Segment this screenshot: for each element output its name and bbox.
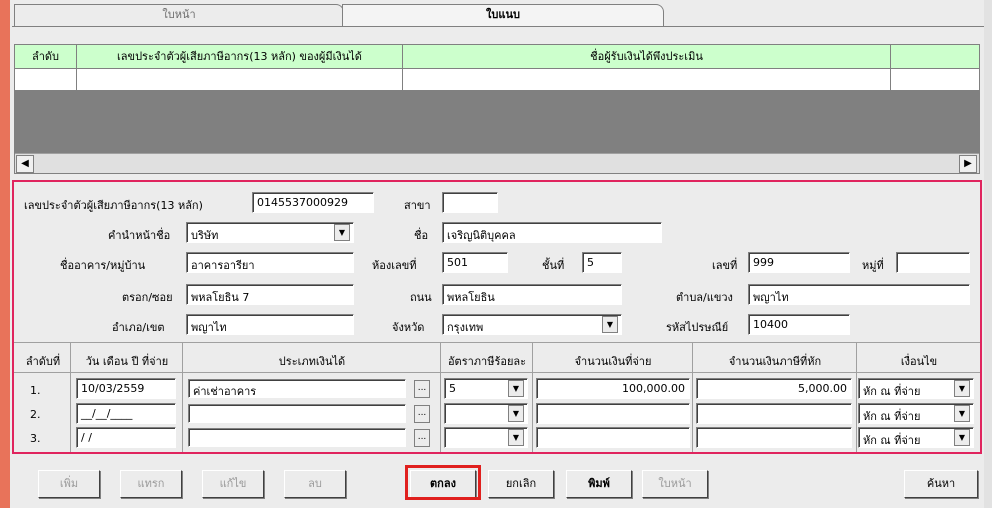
chevron-down-icon[interactable]: ▼ <box>334 224 350 241</box>
floor-field[interactable]: 5 <box>582 252 622 273</box>
prefix-label: คำนำหน้าชื่อ <box>108 229 171 242</box>
taxid-label: เลขประจำตัวผู้เสียภาษีอากร(13 หลัก) <box>24 199 203 212</box>
divider <box>856 342 857 452</box>
col-date: วัน เดือน ปี ที่จ่าย <box>85 355 169 368</box>
tab-front-page[interactable]: ใบหน้า <box>14 4 344 26</box>
grid-horizontal-scrollbar[interactable]: ◀ ▶ <box>15 153 979 173</box>
print-button[interactable]: พิมพ์ <box>566 470 632 498</box>
province-label: จังหวัด <box>392 321 425 334</box>
divider <box>70 342 71 452</box>
building-label: ชื่ออาคาร/หมู่บ้าน <box>60 259 146 272</box>
province-select[interactable]: กรุงเทพ <box>442 314 622 335</box>
chevron-down-icon[interactable]: ▼ <box>508 380 524 397</box>
col-tax: จำนวนเงินภาษีที่หัก <box>728 355 822 368</box>
grid-cell[interactable] <box>891 69 979 90</box>
subdistrict-label: ตำบล/แขวง <box>676 291 733 304</box>
row-no: 3. <box>30 432 41 445</box>
chevron-down-icon[interactable]: ▼ <box>602 316 618 333</box>
paid-amount-field[interactable] <box>536 427 690 448</box>
grid-col-taxid: เลขประจำตัวผู้เสียภาษีอากร(13 หลัก) ของผ… <box>77 45 403 69</box>
date-field[interactable]: 10/03/2559 <box>76 378 176 399</box>
ok-button-highlight <box>405 465 481 500</box>
soi-field[interactable]: พหลโยธิน 7 <box>186 284 354 305</box>
grid-header: ลำดับ เลขประจำตัวผู้เสียภาษีอากร(13 หลัก… <box>15 45 979 69</box>
grid-col-extra <box>891 45 979 69</box>
left-accent-bar <box>0 0 10 508</box>
col-rate: อัตราภาษีร้อยละ <box>447 355 527 368</box>
paid-amount-field[interactable] <box>536 403 690 424</box>
divider <box>14 342 980 343</box>
taxid-field[interactable]: 0145537000929 <box>252 192 374 213</box>
scroll-right-icon[interactable]: ▶ <box>959 155 977 173</box>
col-paid: จำนวนเงินที่จ่าย <box>574 355 652 368</box>
col-no: ลำดับที่ <box>25 355 61 368</box>
name-field[interactable]: เจริญนิติบุคคล <box>442 222 662 243</box>
postcode-field[interactable]: 10400 <box>748 314 850 335</box>
grid-col-no: ลำดับ <box>15 45 77 69</box>
chevron-down-icon[interactable]: ▼ <box>508 429 524 446</box>
insert-button[interactable]: แทรก <box>120 470 182 498</box>
room-field[interactable]: 501 <box>442 252 508 273</box>
income-type-field[interactable] <box>188 428 406 447</box>
subdistrict-field[interactable]: พญาไท <box>748 284 970 305</box>
branch-label: สาขา <box>404 199 431 212</box>
income-type-field[interactable] <box>188 404 406 423</box>
district-field[interactable]: พญาไท <box>186 314 354 335</box>
grid-col-name: ชื่อผู้รับเงินได้พึงประเมิน <box>403 45 891 69</box>
delete-button[interactable]: ลบ <box>284 470 346 498</box>
row-no: 2. <box>30 408 41 421</box>
ellipsis-button[interactable]: ... <box>414 405 430 423</box>
cancel-button[interactable]: ยกเลิก <box>488 470 554 498</box>
chevron-down-icon[interactable]: ▼ <box>954 380 970 397</box>
chevron-down-icon[interactable]: ▼ <box>508 405 524 422</box>
right-edge <box>984 0 992 508</box>
moo-label: หมู่ที่ <box>862 259 884 272</box>
date-field[interactable]: / / <box>76 427 176 448</box>
room-label: ห้องเลขที่ <box>372 259 417 272</box>
road-field[interactable]: พหลโยธิน <box>442 284 622 305</box>
payee-grid[interactable]: ลำดับ เลขประจำตัวผู้เสียภาษีอากร(13 หลัก… <box>14 44 980 174</box>
branch-field[interactable] <box>442 192 498 213</box>
col-condition: เงื่อนไข <box>900 355 938 368</box>
building-field[interactable]: อาคารอารียา <box>186 252 354 273</box>
name-label: ชื่อ <box>414 229 429 242</box>
income-type-field[interactable]: ค่าเช่าอาคาร <box>188 379 406 398</box>
col-type: ประเภทเงินได้ <box>278 355 346 368</box>
postcode-label: รหัสไปรษณีย์ <box>666 321 729 334</box>
tab-underline <box>12 26 984 27</box>
floor-label: ชั้นที่ <box>542 259 565 272</box>
edit-button[interactable]: แก้ไข <box>202 470 264 498</box>
scroll-left-icon[interactable]: ◀ <box>16 155 34 173</box>
chevron-down-icon[interactable]: ▼ <box>954 405 970 422</box>
front-page-button[interactable]: ใบหน้า <box>642 470 708 498</box>
date-field[interactable]: __/__/____ <box>76 403 176 424</box>
ellipsis-button[interactable]: ... <box>414 380 430 398</box>
ellipsis-button[interactable]: ... <box>414 429 430 447</box>
tax-amount-field[interactable]: 5,000.00 <box>696 378 852 399</box>
moo-field[interactable] <box>896 252 970 273</box>
tab-attachment[interactable]: ใบแนบ <box>342 4 664 26</box>
divider <box>440 342 441 452</box>
road-label: ถนน <box>410 291 432 304</box>
district-label: อำเภอ/เขต <box>112 321 165 334</box>
row-no: 1. <box>30 384 41 397</box>
prefix-select[interactable]: บริษัท <box>186 222 354 243</box>
chevron-down-icon[interactable]: ▼ <box>954 429 970 446</box>
search-button[interactable]: ค้นหา <box>904 470 978 498</box>
houseno-label: เลขที่ <box>712 259 738 272</box>
divider <box>14 372 980 373</box>
grid-cell[interactable] <box>403 69 891 90</box>
divider <box>182 342 183 452</box>
soi-label: ตรอก/ซอย <box>122 291 173 304</box>
grid-cell[interactable] <box>77 69 403 90</box>
tax-amount-field[interactable] <box>696 403 852 424</box>
add-button[interactable]: เพิ่ม <box>38 470 100 498</box>
tax-amount-field[interactable] <box>696 427 852 448</box>
grid-row[interactable] <box>15 69 979 91</box>
paid-amount-field[interactable]: 100,000.00 <box>536 378 690 399</box>
divider <box>692 342 693 452</box>
divider <box>532 342 533 452</box>
grid-cell[interactable] <box>15 69 77 90</box>
houseno-field[interactable]: 999 <box>748 252 850 273</box>
